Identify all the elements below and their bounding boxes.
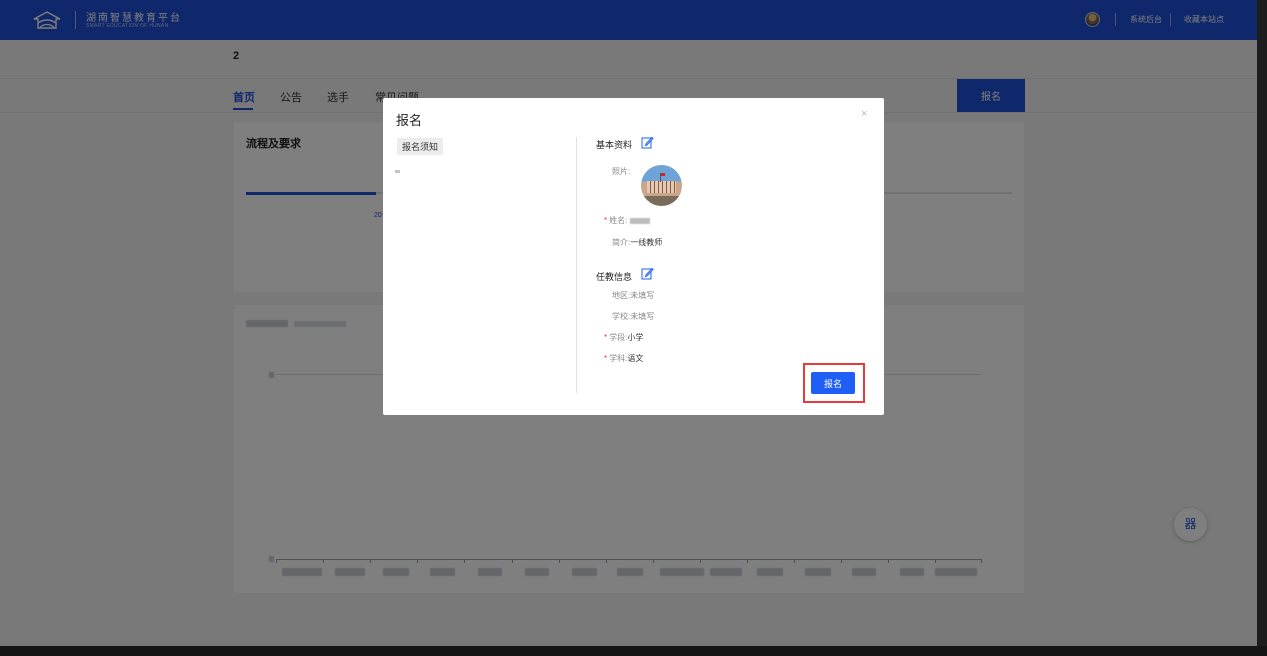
- name-field: * 姓名:: [604, 215, 650, 226]
- school-value: 未填写: [630, 312, 655, 321]
- basic-info-title: 基本资料: [596, 140, 633, 150]
- intro-value: 一线教师: [630, 238, 663, 247]
- school-field: 学校:未填写: [612, 311, 654, 322]
- photo-building: [647, 181, 676, 193]
- photo-label: 照片:: [612, 167, 631, 176]
- subject-value: 语文: [627, 354, 644, 363]
- dialog-divider: [576, 137, 577, 393]
- intro-field: 简介:一线教师: [612, 237, 662, 248]
- intro-label: 简介:: [612, 238, 631, 247]
- profile-photo[interactable]: [641, 165, 682, 206]
- stage-label: 学段:: [609, 333, 628, 342]
- required-mark: *: [604, 333, 608, 342]
- edit-icon[interactable]: [641, 267, 654, 280]
- signup-dialog: 报名 × 报名须知 基本资料 照片: * 姓名: 简介:一线教师 任教信息 地区:…: [383, 98, 884, 415]
- subject-label: 学科:: [609, 354, 628, 363]
- stage-value: 小学: [627, 333, 644, 342]
- required-mark: *: [604, 354, 608, 363]
- dialog-title: 报名: [396, 113, 423, 128]
- redacted-name: [629, 217, 650, 224]
- edit-icon[interactable]: [641, 136, 654, 149]
- close-icon[interactable]: ×: [861, 108, 867, 120]
- subject-field: * 学科:语文: [604, 353, 643, 364]
- required-mark: *: [604, 216, 608, 225]
- signup-notice-tab[interactable]: 报名须知: [397, 138, 444, 155]
- region-field: 地区:未填写: [612, 290, 654, 301]
- name-label: 姓名:: [609, 216, 628, 225]
- notice-content: [395, 170, 400, 173]
- stage-field: * 学段:小学: [604, 332, 643, 343]
- submit-signup-button[interactable]: 报名: [811, 372, 855, 394]
- region-label: 地区:: [612, 291, 631, 300]
- school-label: 学校:: [612, 312, 631, 321]
- teaching-info-title: 任教信息: [596, 272, 633, 282]
- region-value: 未填写: [630, 291, 655, 300]
- photo-flag: [660, 173, 665, 182]
